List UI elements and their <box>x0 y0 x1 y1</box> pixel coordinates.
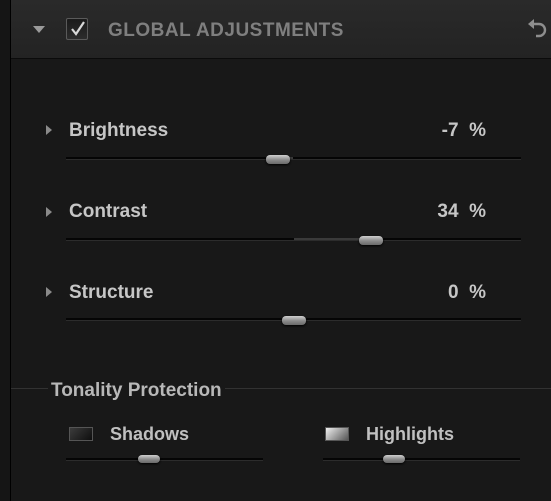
structure-slider-thumb[interactable] <box>281 316 306 325</box>
collapse-triangle-icon[interactable] <box>33 26 45 33</box>
contrast-number: 34 <box>437 201 459 222</box>
highlights-slider-thumb[interactable] <box>382 455 405 463</box>
panel-header: GLOBAL ADJUSTMENTS <box>11 0 551 59</box>
brightness-expand-icon[interactable] <box>46 125 52 135</box>
contrast-slider-thumb[interactable] <box>358 236 383 245</box>
enable-checkbox[interactable] <box>66 18 88 40</box>
tonality-protection-title: Tonality Protection <box>48 380 225 402</box>
checkmark-icon <box>71 21 85 36</box>
brightness-unit: % <box>469 120 486 141</box>
structure-number: 0 <box>447 282 459 303</box>
highlights-label: Highlights <box>366 424 454 444</box>
shadows-slider-thumb[interactable] <box>137 455 160 463</box>
brightness-slider-thumb[interactable] <box>265 155 290 164</box>
shadows-label: Shadows <box>110 424 190 444</box>
highlights-swatch-icon <box>325 427 349 441</box>
contrast-expand-icon[interactable] <box>46 207 52 217</box>
contrast-value[interactable]: 34 % <box>366 201 486 223</box>
structure-unit: % <box>469 282 486 303</box>
structure-expand-icon[interactable] <box>46 287 52 297</box>
contrast-label: Contrast <box>69 201 148 222</box>
contrast-unit: % <box>469 201 486 222</box>
global-adjustments-panel: GLOBAL ADJUSTMENTS Brightness -7 % Contr… <box>10 0 551 501</box>
shadows-slider[interactable] <box>66 458 263 461</box>
structure-value[interactable]: 0 % <box>366 282 486 304</box>
highlights-slider[interactable] <box>323 458 520 461</box>
brightness-label: Brightness <box>69 120 169 141</box>
brightness-slider[interactable] <box>66 157 521 160</box>
contrast-slider[interactable] <box>66 238 521 241</box>
undo-icon[interactable] <box>526 19 548 39</box>
structure-label: Structure <box>69 282 154 303</box>
shadows-swatch-icon <box>69 427 93 441</box>
panel-title: GLOBAL ADJUSTMENTS <box>108 20 344 41</box>
brightness-value[interactable]: -7 % <box>366 120 486 142</box>
brightness-number: -7 <box>441 120 459 141</box>
